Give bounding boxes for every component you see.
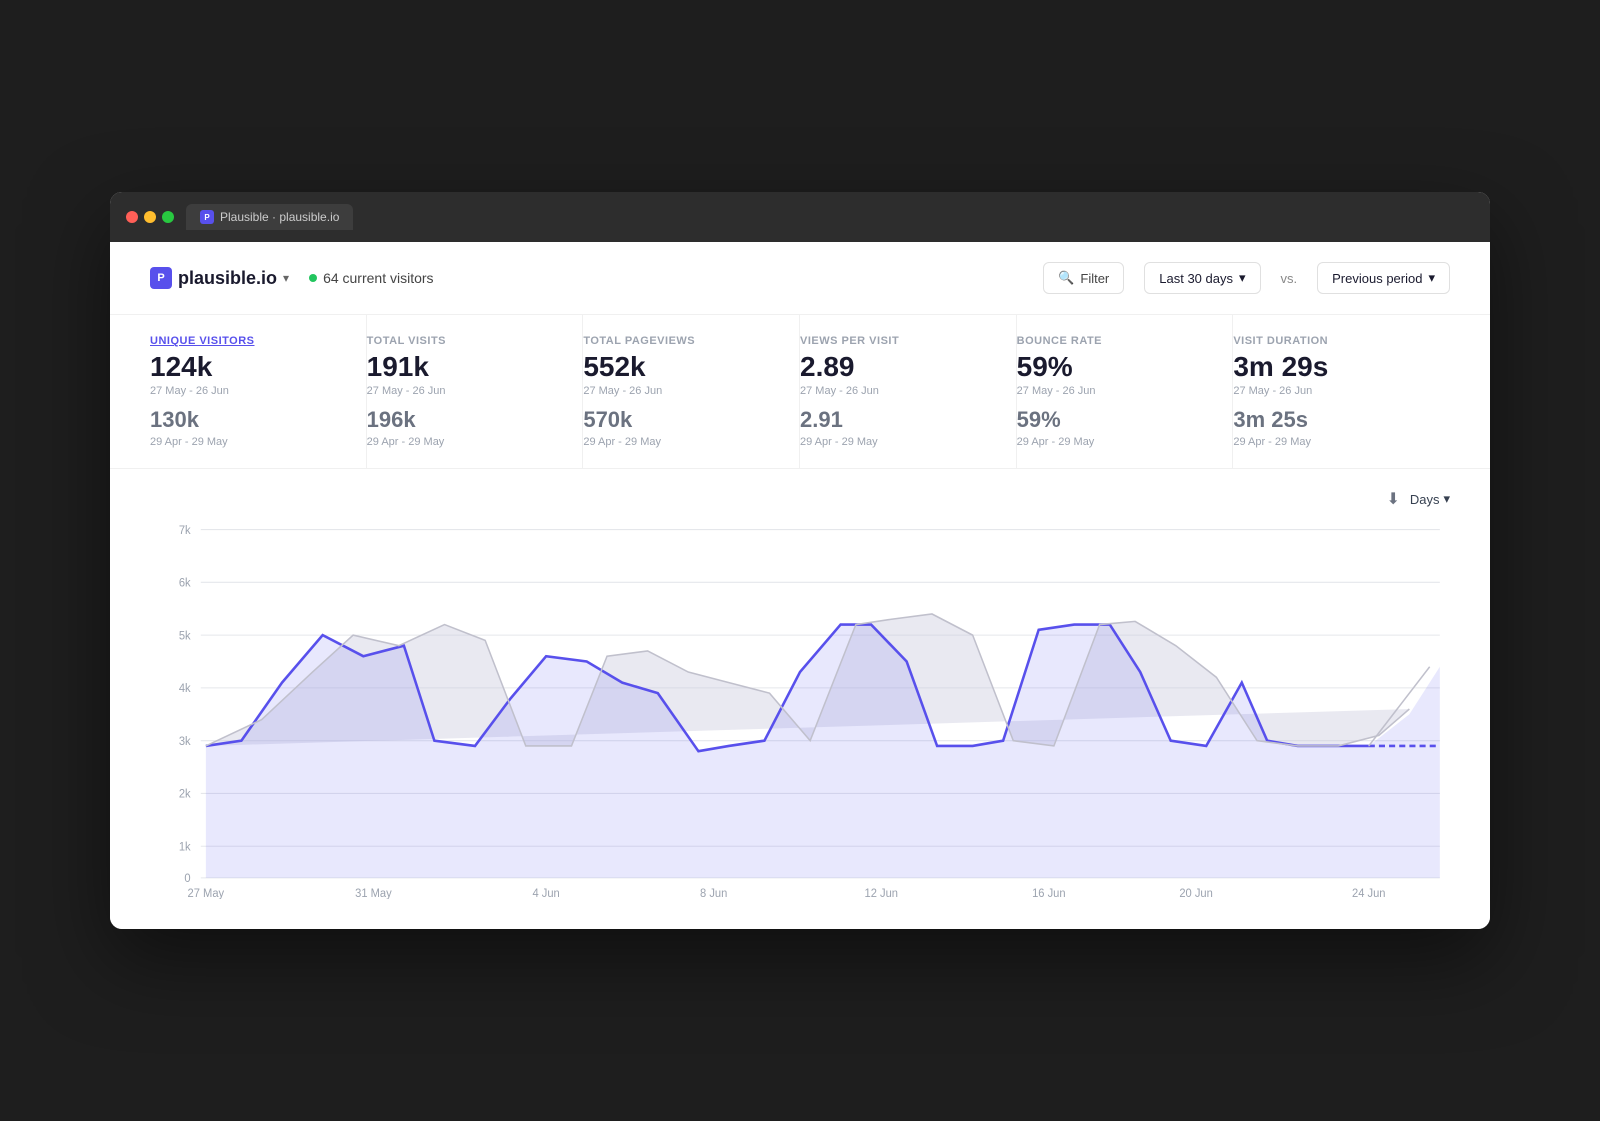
stat-date: 27 May - 26 Jun <box>1233 385 1430 397</box>
svg-text:16 Jun: 16 Jun <box>1032 888 1065 899</box>
stat-label: VIEWS PER VISIT <box>800 335 996 347</box>
chevron-down-icon: ▾ <box>1443 491 1450 507</box>
svg-text:20 Jun: 20 Jun <box>1179 888 1212 899</box>
stat-value: 2.89 <box>800 353 996 381</box>
stats-grid: UNIQUE VISITORS 124k 27 May - 26 Jun 130… <box>110 315 1490 469</box>
visitors-badge: 64 current visitors <box>309 270 433 286</box>
logo-area[interactable]: P plausible.io ▾ <box>150 267 289 289</box>
stat-card-1[interactable]: TOTAL VISITS 191k 27 May - 26 Jun 196k 2… <box>367 315 584 468</box>
chart-controls: ⬇ Days ▾ <box>150 489 1450 509</box>
stat-date: 27 May - 26 Jun <box>1017 385 1213 397</box>
stat-prev-date: 29 Apr - 29 May <box>800 436 996 448</box>
stat-prev-date: 29 Apr - 29 May <box>1017 436 1213 448</box>
stat-value: 552k <box>583 353 779 381</box>
stat-card-3[interactable]: VIEWS PER VISIT 2.89 27 May - 26 Jun 2.9… <box>800 315 1017 468</box>
stat-date: 27 May - 26 Jun <box>800 385 996 397</box>
stat-label: BOUNCE RATE <box>1017 335 1213 347</box>
tab-title: Plausible · plausible.io <box>220 210 339 224</box>
svg-text:4 Jun: 4 Jun <box>532 888 559 899</box>
visitors-count: 64 current visitors <box>323 270 433 286</box>
comparison-label: Previous period <box>1332 271 1422 286</box>
filter-button[interactable]: 🔍 Filter <box>1043 262 1124 294</box>
minimize-button[interactable] <box>144 211 156 223</box>
tab-favicon: P <box>200 210 214 224</box>
stat-prev-value: 3m 25s <box>1233 407 1430 433</box>
svg-text:0: 0 <box>184 873 190 885</box>
comparison-select[interactable]: Previous period ▾ <box>1317 262 1450 294</box>
svg-text:24 Jun: 24 Jun <box>1352 888 1385 899</box>
svg-text:2k: 2k <box>179 788 191 800</box>
vs-label: vs. <box>1281 271 1298 286</box>
period-select[interactable]: Last 30 days ▾ <box>1144 262 1260 294</box>
svg-text:5k: 5k <box>179 630 191 642</box>
stat-card-5[interactable]: VISIT DURATION 3m 29s 27 May - 26 Jun 3m… <box>1233 315 1450 468</box>
chart-svg: 7k 6k 5k 4k 3k 2k 1k 0 <box>150 519 1450 899</box>
stat-date: 27 May - 26 Jun <box>583 385 779 397</box>
svg-text:3k: 3k <box>179 736 191 748</box>
stat-value: 191k <box>367 353 563 381</box>
browser-window: P Plausible · plausible.io P plausible.i… <box>110 192 1490 929</box>
chevron-down-icon: ▾ <box>1239 270 1246 286</box>
close-button[interactable] <box>126 211 138 223</box>
days-select[interactable]: Days ▾ <box>1410 491 1450 507</box>
stat-value: 59% <box>1017 353 1213 381</box>
stat-card-4[interactable]: BOUNCE RATE 59% 27 May - 26 Jun 59% 29 A… <box>1017 315 1234 468</box>
download-button[interactable]: ⬇ <box>1386 489 1399 509</box>
stat-prev-date: 29 Apr - 29 May <box>1233 436 1430 448</box>
period-label: Last 30 days <box>1159 271 1233 286</box>
days-label: Days <box>1410 492 1440 507</box>
svg-text:4k: 4k <box>179 683 191 695</box>
fullscreen-button[interactable] <box>162 211 174 223</box>
logo-icon: P <box>150 267 172 289</box>
filter-label: Filter <box>1080 271 1109 286</box>
stat-prev-date: 29 Apr - 29 May <box>150 436 346 448</box>
stat-card-2[interactable]: TOTAL PAGEVIEWS 552k 27 May - 26 Jun 570… <box>583 315 800 468</box>
logo-text: plausible.io <box>178 268 277 289</box>
svg-text:6k: 6k <box>179 577 191 589</box>
stat-prev-value: 196k <box>367 407 563 433</box>
chevron-down-icon: ▾ <box>283 271 289 285</box>
svg-text:12 Jun: 12 Jun <box>865 888 898 899</box>
search-icon: 🔍 <box>1058 270 1074 286</box>
browser-chrome: P Plausible · plausible.io <box>110 192 1490 242</box>
chevron-down-icon: ▾ <box>1428 270 1435 286</box>
stat-card-0[interactable]: UNIQUE VISITORS 124k 27 May - 26 Jun 130… <box>150 315 367 468</box>
header: P plausible.io ▾ 64 current visitors 🔍 F… <box>110 242 1490 315</box>
stat-prev-value: 59% <box>1017 407 1213 433</box>
stat-label: UNIQUE VISITORS <box>150 335 346 347</box>
chart-container: 7k 6k 5k 4k 3k 2k 1k 0 <box>150 519 1450 899</box>
stat-prev-value: 2.91 <box>800 407 996 433</box>
traffic-lights <box>126 211 174 223</box>
svg-text:27 May: 27 May <box>188 888 225 899</box>
stat-label: TOTAL PAGEVIEWS <box>583 335 779 347</box>
svg-text:1k: 1k <box>179 841 191 853</box>
page-content: P plausible.io ▾ 64 current visitors 🔍 F… <box>110 242 1490 929</box>
stat-prev-date: 29 Apr - 29 May <box>367 436 563 448</box>
stat-label: VISIT DURATION <box>1233 335 1430 347</box>
stat-label: TOTAL VISITS <box>367 335 563 347</box>
stat-value: 3m 29s <box>1233 353 1430 381</box>
stat-value: 124k <box>150 353 346 381</box>
stat-date: 27 May - 26 Jun <box>367 385 563 397</box>
visitors-dot <box>309 274 317 282</box>
browser-tab[interactable]: P Plausible · plausible.io <box>186 204 353 230</box>
stat-prev-value: 570k <box>583 407 779 433</box>
stat-prev-value: 130k <box>150 407 346 433</box>
svg-text:7k: 7k <box>179 525 191 537</box>
stat-prev-date: 29 Apr - 29 May <box>583 436 779 448</box>
svg-text:8 Jun: 8 Jun <box>700 888 727 899</box>
svg-text:31 May: 31 May <box>355 888 392 899</box>
chart-area: ⬇ Days ▾ 7k <box>110 469 1490 929</box>
stat-date: 27 May - 26 Jun <box>150 385 346 397</box>
